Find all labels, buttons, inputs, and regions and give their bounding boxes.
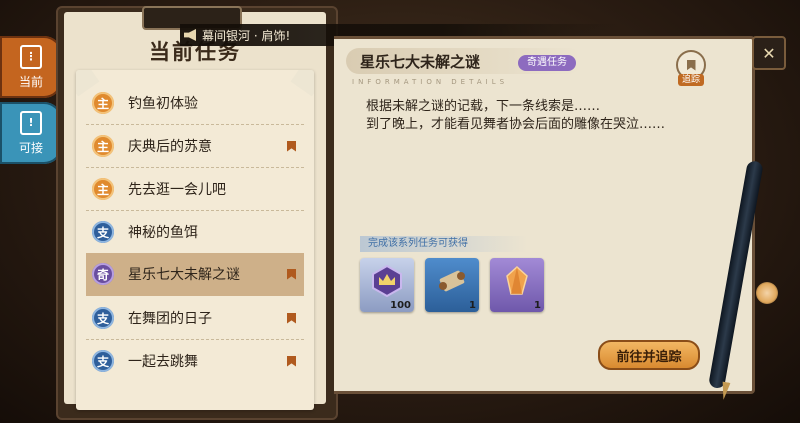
odd-quest-badge: 奇 [92, 263, 114, 285]
detail-title: 星乐七大未解之谜 [360, 53, 481, 71]
description-line: 到了晚上，才能看见舞者协会后面的雕像在哭泣…… [366, 117, 666, 132]
amber-crystal-icon [506, 265, 528, 295]
reward-count: 1 [469, 300, 476, 311]
main-quest-badge: 主 [92, 178, 114, 200]
track-button[interactable]: 追踪 [676, 50, 706, 86]
quest-description: 根据未解之谜的记载，下一条线索是…… 到了晚上，才能看见舞者协会后面的雕像在哭泣… [366, 98, 726, 134]
bookmark-icon [287, 312, 296, 324]
tab-available-label: 可接 [18, 140, 43, 155]
speaker-icon [184, 29, 196, 41]
main-quest-badge: 主 [92, 92, 114, 114]
quest-name: 在舞团的日子 [128, 311, 212, 327]
quest-row[interactable]: 支 一起去跳舞 [86, 340, 304, 382]
collapse-icon[interactable]: ✕ [752, 36, 786, 70]
list-icon: ⋮ [20, 44, 42, 69]
tab-available[interactable]: ! 可接 [0, 102, 62, 164]
bookmark-icon [287, 140, 296, 152]
bookmark-icon [686, 59, 696, 71]
crown-badge-icon [372, 264, 402, 298]
reward-item[interactable]: 1 [425, 258, 479, 312]
main-quest-badge: 主 [92, 135, 114, 157]
description-line: 根据未解之谜的记载，下一条线索是…… [366, 99, 601, 114]
quest-name: 钓鱼初体验 [128, 96, 198, 112]
side-quest-badge: 支 [92, 221, 114, 243]
exclamation-icon: ! [20, 110, 42, 135]
reward-label: 完成该系列任务可获得 [360, 236, 528, 252]
reward-item[interactable]: 1 [490, 258, 544, 312]
detail-subtitle: INFORMATION DETAILS [352, 78, 509, 86]
quest-name: 星乐七大未解之谜 [128, 267, 240, 283]
bookmark-icon [287, 355, 296, 367]
bookmark-icon [287, 268, 296, 280]
quest-row-selected[interactable]: 奇 星乐七大未解之谜 [86, 253, 304, 296]
quest-list[interactable]: 主 钓鱼初体验 主 庆典后的苏意 主 先去逛一会儿吧 支 神秘的鱼饵 奇 星乐七… [76, 70, 314, 410]
tab-current[interactable]: ⋮ 当前 [0, 36, 62, 98]
reward-count: 1 [534, 300, 541, 311]
notification-text: 幕间银河 · 肩饰! [202, 28, 291, 43]
quest-row[interactable]: 主 庆典后的苏意 [86, 125, 304, 168]
quest-row[interactable]: 主 钓鱼初体验 [86, 82, 304, 125]
side-quest-badge: 支 [92, 307, 114, 329]
side-quest-badge: 支 [92, 350, 114, 372]
tab-current-label: 当前 [18, 74, 43, 89]
quest-name: 一起去跳舞 [128, 354, 198, 370]
track-label: 追踪 [678, 74, 704, 86]
reward-item[interactable]: 100 [360, 258, 414, 312]
quest-name: 先去逛一会儿吧 [128, 182, 226, 198]
quest-row[interactable]: 支 神秘的鱼饵 [86, 211, 304, 254]
quest-name: 庆典后的苏意 [128, 139, 212, 155]
go-and-track-button[interactable]: 前往并追踪 [598, 340, 700, 370]
quest-type-badge: 奇遇任务 [518, 55, 576, 71]
quest-row[interactable]: 支 在舞团的日子 [86, 297, 304, 340]
quest-name: 神秘的鱼饵 [128, 225, 198, 241]
flower-decoration [756, 282, 778, 304]
reward-count: 100 [390, 300, 411, 311]
scroll-icon [439, 270, 465, 292]
quest-row[interactable]: 主 先去逛一会儿吧 [86, 168, 304, 211]
